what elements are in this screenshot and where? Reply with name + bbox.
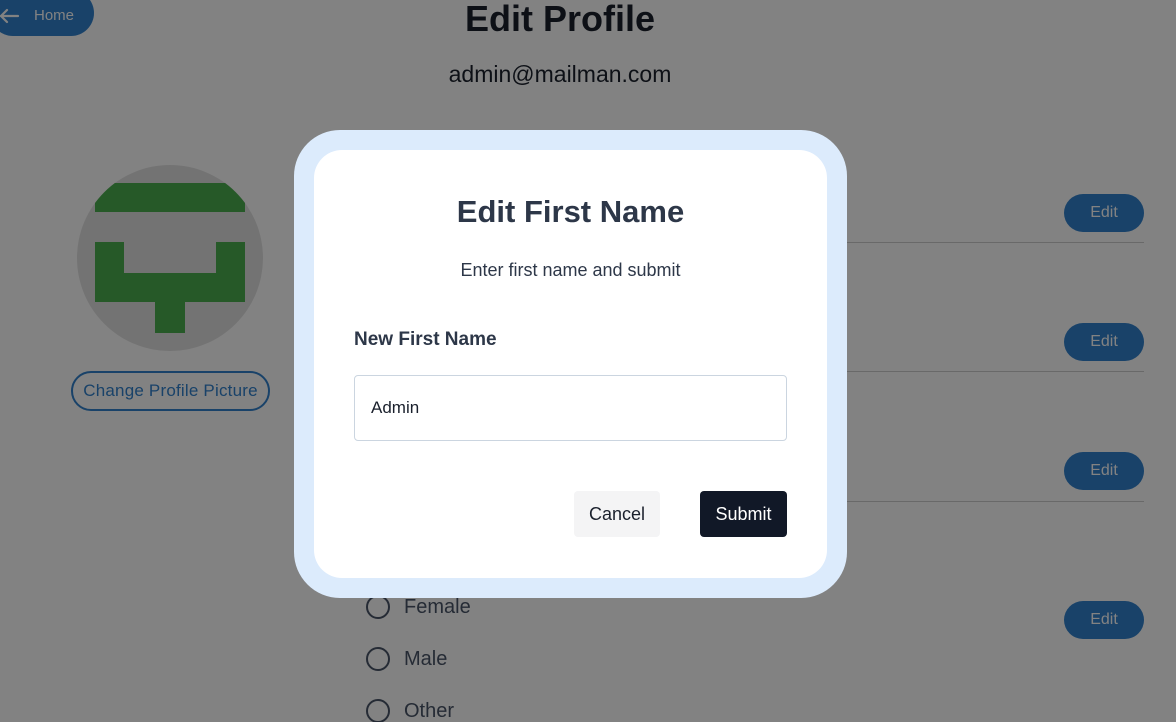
edit-first-name-dialog: Edit First Name Enter first name and sub… xyxy=(314,150,827,578)
first-name-label: New First Name xyxy=(354,329,497,350)
cancel-button[interactable]: Cancel xyxy=(574,491,660,537)
modal-frame: Edit First Name Enter first name and sub… xyxy=(294,130,847,598)
submit-button[interactable]: Submit xyxy=(700,491,787,537)
dialog-title: Edit First Name xyxy=(456,194,685,229)
dialog-subtitle: Enter first name and submit xyxy=(460,260,681,280)
first-name-input[interactable] xyxy=(354,375,787,441)
